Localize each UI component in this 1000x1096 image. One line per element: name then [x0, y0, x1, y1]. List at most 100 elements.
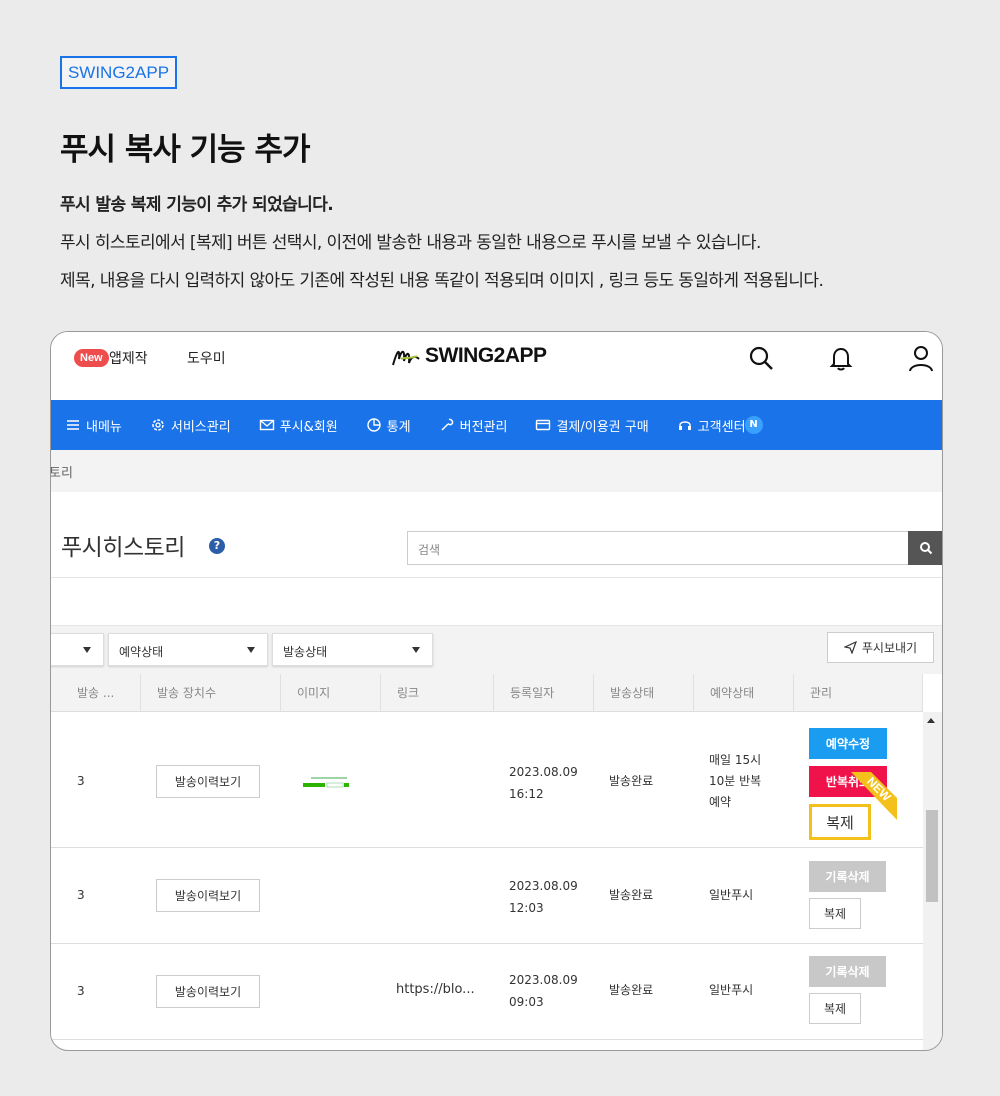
- notice-badge: N: [744, 416, 763, 434]
- gear-icon: [152, 419, 164, 431]
- delete-record-button[interactable]: 기록삭제: [809, 861, 886, 892]
- chevron-down-icon: [412, 647, 420, 653]
- th-date[interactable]: 등록일자: [494, 674, 594, 712]
- date-text: 2023.08.09: [509, 879, 578, 893]
- main-nav: 내메뉴 서비스관리 푸시&회원 통계 버전관리 결제/이용권 구매 고객센터 N: [51, 400, 942, 450]
- new-ribbon: NEW: [851, 772, 897, 820]
- breadcrumb: 토리: [51, 450, 942, 492]
- filter-bar: 예약상태 발송상태 푸시보내기: [51, 626, 942, 674]
- menu-icon: [67, 420, 79, 430]
- th-link[interactable]: 링크: [381, 674, 494, 712]
- scrollbar-thumb[interactable]: [926, 810, 938, 902]
- description-line-3: 제목, 내용을 다시 입력하지 않아도 기존에 작성된 내용 똑같이 적용되며 …: [60, 271, 824, 291]
- nav-service[interactable]: 서비스관리: [150, 416, 231, 435]
- nav-my-menu[interactable]: 내메뉴: [65, 416, 122, 435]
- brand-tag: SWING2APP: [60, 56, 177, 89]
- card-icon: [536, 419, 551, 431]
- search-icon[interactable]: [747, 344, 775, 372]
- nav-label: 통계: [386, 419, 411, 435]
- nav-payment[interactable]: 결제/이용권 구매: [535, 416, 649, 435]
- logo-text: SWING2APP: [425, 344, 547, 367]
- registered-date: 2023.08.09 12:03: [509, 875, 578, 919]
- pie-chart-icon: [366, 418, 381, 432]
- edit-reservation-button[interactable]: 예약수정: [809, 728, 887, 759]
- th-image[interactable]: 이미지: [281, 674, 381, 712]
- time-text: 16:12: [509, 787, 544, 801]
- help-icon[interactable]: ?: [209, 538, 225, 554]
- table-row: 3 발송이력보기 2023.08.09 12:03 발송완료 일반푸시 기록삭제…: [51, 848, 923, 944]
- send-push-button[interactable]: 푸시보내기: [827, 632, 934, 663]
- device-count: 3: [77, 984, 85, 998]
- reserve-status: 일반푸시: [709, 983, 754, 997]
- delete-record-button[interactable]: 기록삭제: [809, 956, 886, 987]
- description: 푸시 발송 복제 기능이 추가 되었습니다. 푸시 히스토리에서 [복제] 버튼…: [60, 186, 824, 300]
- send-icon: [843, 641, 857, 654]
- copy-button[interactable]: 복제: [809, 993, 861, 1024]
- page-title: 푸시히스토리: [61, 535, 185, 561]
- date-text: 2023.08.09: [509, 765, 578, 779]
- history-button[interactable]: 발송이력보기: [156, 975, 260, 1008]
- select-label: 발송상태: [283, 645, 328, 659]
- search-button[interactable]: [908, 531, 942, 565]
- scroll-up-arrow-icon[interactable]: [927, 718, 935, 723]
- th-manage: 관리: [794, 674, 923, 712]
- nav-stats[interactable]: 통계: [366, 416, 411, 435]
- nav-push-member[interactable]: 푸시&회원: [259, 416, 338, 435]
- th-reserve-status[interactable]: 예약상태: [694, 674, 794, 712]
- device-count: 3: [77, 774, 85, 788]
- mail-icon: [259, 419, 274, 431]
- send-push-label: 푸시보내기: [861, 641, 918, 655]
- nav-label: 결제/이용권 구매: [556, 419, 649, 435]
- send-status: 발송완료: [609, 774, 654, 788]
- send-status: 발송완료: [609, 983, 654, 997]
- reserve-status: 매일 15시 10분 반복 예약: [709, 750, 761, 813]
- push-link[interactable]: https://blo...: [396, 982, 475, 997]
- logo[interactable]: SWING2APP: [391, 344, 547, 368]
- search-input[interactable]: 검색: [407, 531, 909, 565]
- push-image-thumbnail[interactable]: [303, 774, 357, 792]
- reserve-text: 예약: [709, 795, 732, 809]
- chevron-down-icon: [83, 647, 91, 653]
- time-text: 09:03: [509, 995, 544, 1009]
- history-button[interactable]: 발송이력보기: [156, 765, 260, 798]
- table-header: 발송 ... 발송 장치수 이미지 링크 등록일자 발송상태 예약상태 관리: [51, 674, 923, 712]
- history-button[interactable]: 발송이력보기: [156, 879, 260, 912]
- date-text: 2023.08.09: [509, 973, 578, 987]
- th-send-count[interactable]: 발송 ...: [61, 674, 141, 712]
- nav-label: 고객센터: [697, 419, 746, 435]
- filter-select-partial[interactable]: [51, 633, 104, 666]
- bell-icon[interactable]: [827, 344, 855, 372]
- reservation-status-select[interactable]: 예약상태: [108, 633, 268, 666]
- top-bar: New 앱제작 도우미 SWING2APP: [51, 332, 942, 400]
- reserve-text: 10분 반복: [709, 774, 762, 788]
- wrench-icon: [441, 418, 453, 431]
- th-device-count[interactable]: 발송 장치수: [141, 674, 281, 712]
- user-icon[interactable]: [907, 344, 935, 372]
- app-screenshot-frame: New 앱제작 도우미 SWING2APP 내메뉴 서비스관리 푸시&회원 통계…: [50, 331, 943, 1051]
- device-count: 3: [77, 888, 85, 902]
- page-heading: 푸시 복사 기능 추가: [60, 132, 311, 168]
- send-status: 발송완료: [609, 888, 654, 902]
- reserve-status: 일반푸시: [709, 888, 754, 902]
- nav-version[interactable]: 버전관리: [439, 416, 507, 435]
- send-status-select[interactable]: 발송상태: [272, 633, 433, 666]
- th-send-status[interactable]: 발송상태: [594, 674, 694, 712]
- page-header: 푸시히스토리 ? 검색: [51, 492, 942, 578]
- table-row: 3 발송이력보기 2023.08.09 16:12 발송완료 매일 15시 10…: [51, 716, 923, 848]
- nav-support[interactable]: 고객센터 N: [677, 416, 763, 435]
- search-icon: [920, 542, 933, 555]
- description-line-2: 푸시 히스토리에서 [복제] 버튼 선택시, 이전에 발송한 내용과 동일한 내…: [60, 233, 761, 253]
- description-line-1: 푸시 발송 복제 기능이 추가 되었습니다.: [60, 195, 334, 215]
- table-row: 3 발송이력보기 https://blo... 2023.08.09 09:03…: [51, 944, 923, 1040]
- headset-icon: [678, 421, 691, 430]
- nav-label: 푸시&회원: [279, 419, 338, 435]
- helper-link[interactable]: 도우미: [187, 348, 226, 368]
- breadcrumb-text: 토리: [50, 466, 73, 481]
- copy-button[interactable]: 복제: [809, 898, 861, 929]
- new-badge: New: [74, 349, 109, 367]
- nav-label: 내메뉴: [86, 419, 122, 435]
- chevron-down-icon: [247, 647, 255, 653]
- make-app-link[interactable]: 앱제작: [109, 348, 148, 368]
- select-label: 예약상태: [119, 645, 164, 659]
- reserve-text: 매일 15시: [709, 753, 762, 767]
